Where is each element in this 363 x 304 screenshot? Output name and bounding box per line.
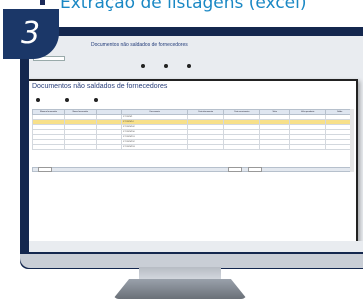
- report-window: Documentos não saldados de fornecedores …: [29, 79, 358, 251]
- radio-option-2[interactable]: [163, 64, 168, 69]
- step-number-badge: 3: [3, 9, 59, 59]
- table-footer-bar: [32, 167, 354, 172]
- table-row[interactable]: FT 2021/153: [32, 144, 354, 150]
- front-radio-group: [34, 98, 100, 103]
- footer-button-1[interactable]: [228, 167, 242, 172]
- page: Extração de listagens (excel) Documentos…: [0, 0, 363, 304]
- radio-option-3[interactable]: [186, 64, 191, 69]
- documents-table: Número fornecedor Nome fornecedor Docume…: [32, 109, 354, 150]
- monitor-stand-neck: [139, 267, 221, 281]
- radio-option-1[interactable]: [141, 64, 145, 69]
- monitor-stand-base: [113, 279, 247, 299]
- doc-cell: FT 2021/153: [121, 144, 189, 150]
- footer-button-2[interactable]: [248, 167, 262, 172]
- front-radio-3[interactable]: [93, 98, 98, 103]
- table-body: FT 2021/1 FT 2021/14 FT 2021/102 FT 2021…: [32, 114, 354, 150]
- vertical-scrollbar[interactable]: [350, 109, 354, 172]
- monitor-chin: [20, 254, 363, 268]
- back-window-title: Documentos não saldados de fornecedores: [91, 42, 188, 48]
- section-heading: Extração de listagens (excel): [60, 0, 307, 13]
- front-radio-1[interactable]: [36, 98, 40, 103]
- front-radio-2[interactable]: [64, 98, 69, 103]
- monitor-screen: Documentos não saldados de fornecedores …: [29, 36, 363, 252]
- back-filter-row: [33, 56, 353, 62]
- footer-nav-button[interactable]: [38, 167, 52, 172]
- back-radio-group: [139, 64, 193, 69]
- status-strip: [29, 241, 363, 252]
- report-window-title: Documentos não saldados de fornecedores: [32, 83, 168, 90]
